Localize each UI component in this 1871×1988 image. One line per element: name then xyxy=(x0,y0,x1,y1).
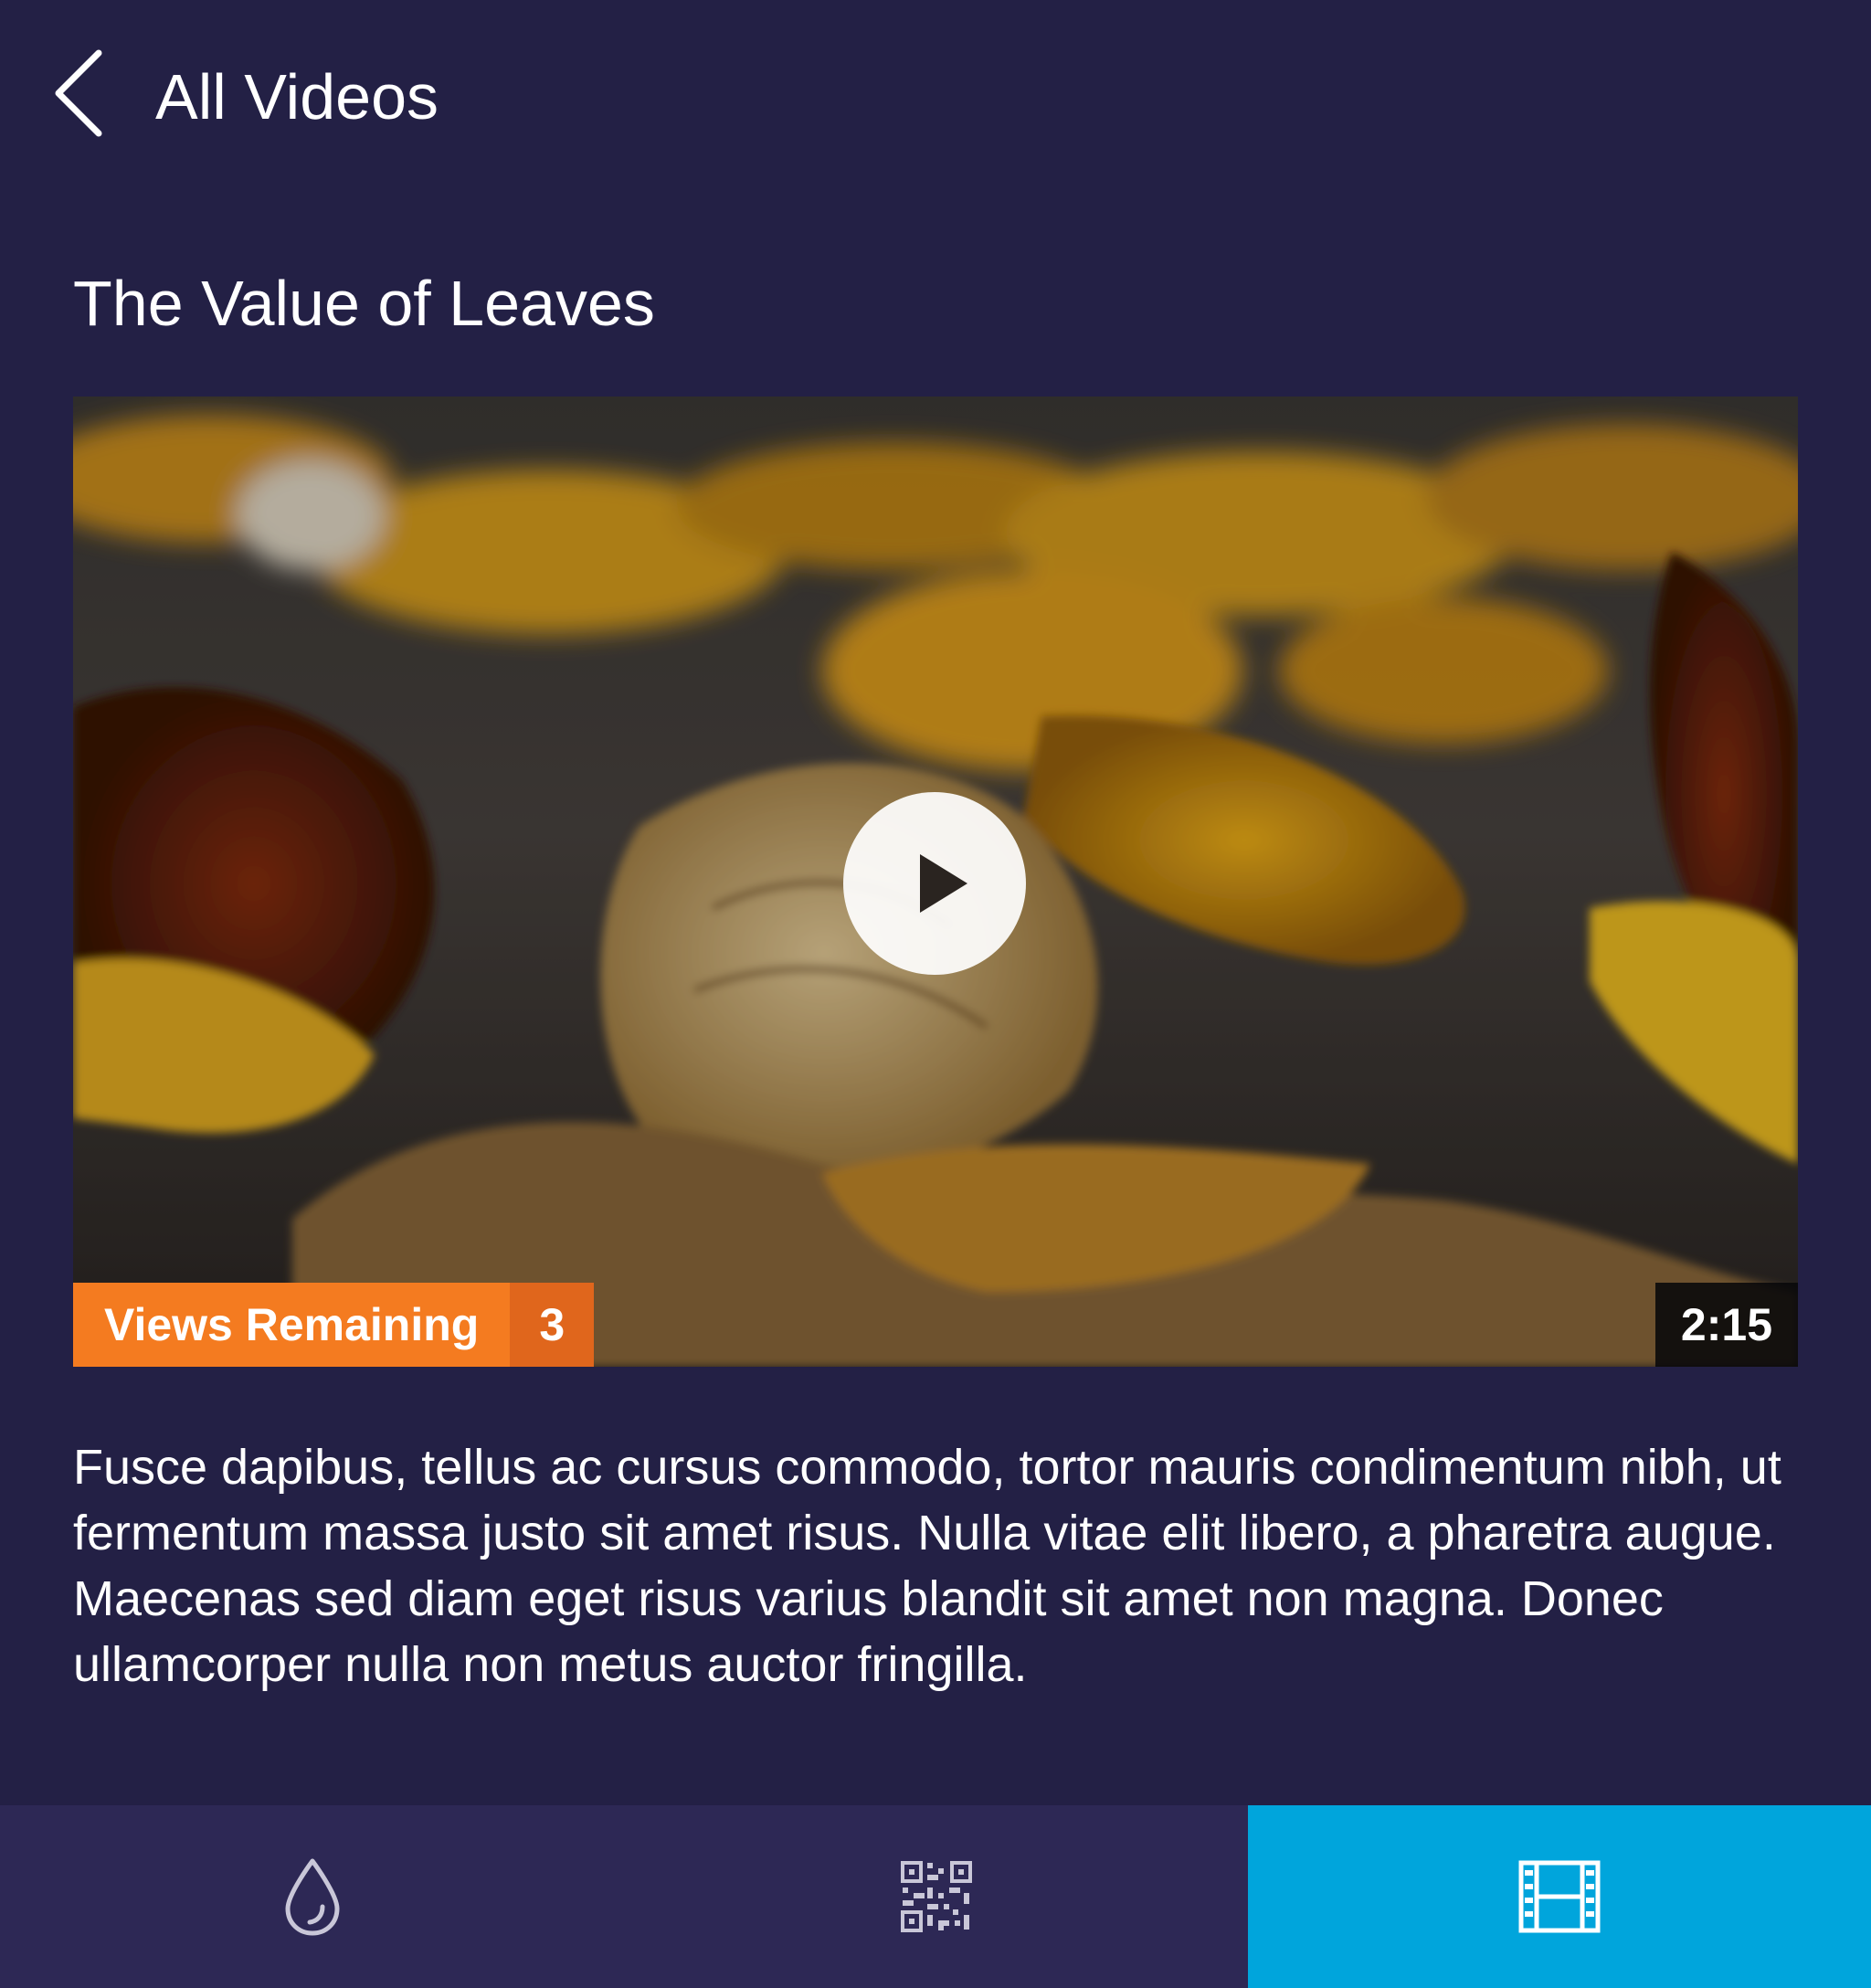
views-remaining-badge: Views Remaining 3 xyxy=(73,1283,595,1367)
tab-drops[interactable] xyxy=(0,1805,624,1988)
back-button[interactable] xyxy=(40,40,122,150)
header-title: All Videos xyxy=(155,61,439,132)
views-remaining-count: 3 xyxy=(510,1283,595,1367)
views-remaining-label: Views Remaining xyxy=(73,1283,511,1367)
qr-code-icon xyxy=(900,1861,972,1932)
video-title: The Value of Leaves xyxy=(73,268,655,339)
video-description: Fusce dapibus, tellus ac cursus commodo,… xyxy=(73,1440,1781,1692)
tab-videos[interactable] xyxy=(1248,1805,1871,1988)
tab-scan[interactable] xyxy=(624,1805,1248,1988)
header: All Videos xyxy=(0,0,1871,192)
chevron-left-icon xyxy=(55,49,102,137)
water-drop-icon xyxy=(285,1858,339,1936)
play-button[interactable] xyxy=(843,792,1026,975)
bottom-tab-bar xyxy=(0,1805,1871,1988)
video-player[interactable]: Views Remaining 3 2:15 xyxy=(73,397,1798,1367)
video-duration: 2:15 xyxy=(1654,1283,1798,1367)
film-strip-icon xyxy=(1518,1860,1601,1933)
play-icon xyxy=(920,854,967,913)
